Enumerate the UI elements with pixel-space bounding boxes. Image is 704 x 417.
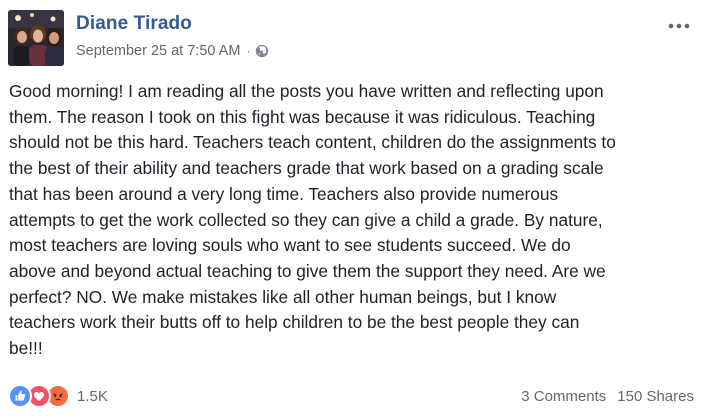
like-reaction-icon	[8, 384, 32, 408]
more-options-icon[interactable]	[668, 18, 690, 29]
globe-icon[interactable]	[255, 44, 269, 58]
post-timestamp[interactable]: September 25 at 7:50 AM	[76, 43, 240, 59]
author-avatar[interactable]	[8, 10, 64, 66]
author-name-link[interactable]: Diane Tirado	[76, 13, 192, 35]
reactions-summary[interactable]	[8, 384, 70, 408]
reaction-count[interactable]: 1.5K	[77, 388, 108, 405]
meta-separator: ·	[246, 44, 251, 58]
comments-count-link[interactable]: 3 Comments	[521, 388, 606, 405]
facebook-post: Diane Tirado September 25 at 7:50 AM · G…	[0, 0, 704, 417]
post-footer: 1.5K 3 Comments 150 Shares	[8, 384, 694, 408]
engagement-stats: 3 Comments 150 Shares	[521, 388, 694, 405]
shares-count-link[interactable]: 150 Shares	[617, 388, 694, 405]
post-body-text: Good morning! I am reading all the posts…	[9, 81, 616, 359]
post-meta: September 25 at 7:50 AM ·	[76, 42, 269, 60]
